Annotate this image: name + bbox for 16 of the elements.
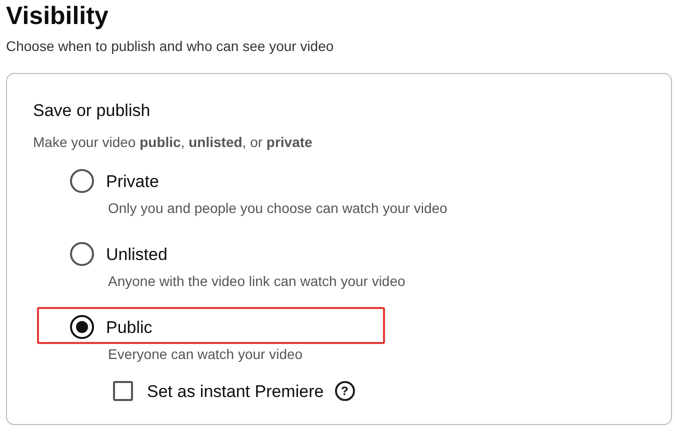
section-title: Save or publish (33, 100, 150, 122)
radio-button[interactable] (70, 315, 94, 340)
option-label: Unlisted (106, 244, 168, 266)
option-description: Everyone can watch your video (107, 345, 303, 364)
help-icon[interactable]: ? (334, 381, 355, 402)
option-label: Private (106, 170, 159, 192)
option-description: Anyone with the video link can watch your video (107, 272, 406, 291)
option-description: Only you and people you choose can watch your video (107, 199, 448, 218)
radio-button[interactable] (70, 169, 94, 194)
page-title: Visibility (6, 1, 108, 31)
option-label: Public (106, 316, 152, 338)
section-description: Make your video public, unlisted, or private (33, 132, 312, 152)
page-subtitle: Choose when to publish and who can see your video (6, 37, 334, 56)
checkbox[interactable] (113, 381, 133, 402)
checkbox-label: Set as instant Premiere (147, 380, 324, 402)
radio-button[interactable] (70, 242, 94, 266)
